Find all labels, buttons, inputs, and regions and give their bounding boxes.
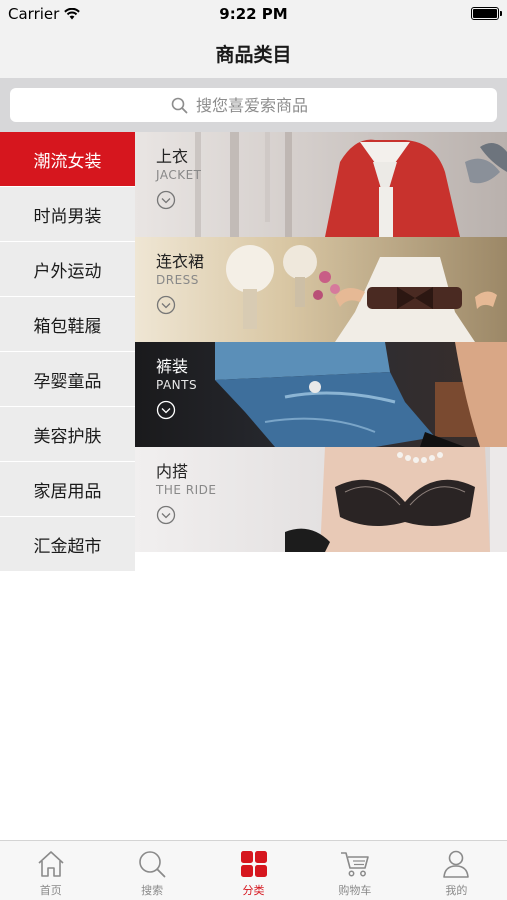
subcategory-subtitle: JACKET <box>156 168 202 182</box>
sidebar-item-label: 潮流女装 <box>33 151 102 172</box>
subcategory-text: 连衣裙 DRESS <box>156 252 205 288</box>
sidebar-item-beauty[interactable]: 美容护肤 <box>0 407 135 462</box>
navigation-bar: 商品类目 <box>0 28 507 78</box>
user-icon <box>443 850 470 878</box>
tab-label: 搜索 <box>141 884 164 897</box>
sidebar-item-label: 汇金超市 <box>33 536 102 557</box>
search-bar <box>0 78 507 132</box>
subcategory-title: 连衣裙 <box>156 252 205 271</box>
tab-cart[interactable]: 购物车 <box>304 841 405 900</box>
sidebar-item-label: 家居用品 <box>33 481 102 502</box>
subcategory-banner-jacket[interactable]: 上衣 JACKET <box>135 132 507 237</box>
sidebar-item-supermarket[interactable]: 汇金超市 <box>0 517 135 572</box>
subcategory-banner-pants[interactable]: 裤装 PANTS <box>135 342 507 447</box>
sidebar-item-bags-shoes[interactable]: 箱包鞋履 <box>0 297 135 352</box>
sidebar-item-outdoor[interactable]: 户外运动 <box>0 242 135 297</box>
tab-label: 购物车 <box>338 884 372 897</box>
category-sidebar: 潮流女装 时尚男装 户外运动 箱包鞋履 孕婴童品 美容护肤 家居用品 汇金超市 <box>0 132 135 572</box>
subcategory-subtitle: DRESS <box>156 273 199 287</box>
page-title: 商品类目 <box>215 43 292 66</box>
chevron-down-icon <box>156 190 176 210</box>
tab-profile[interactable]: 我的 <box>406 841 507 900</box>
sidebar-item-label: 箱包鞋履 <box>33 316 102 337</box>
sidebar-item-men[interactable]: 时尚男装 <box>0 187 135 242</box>
tab-label: 我的 <box>445 884 468 897</box>
subcategory-text: 裤装 PANTS <box>156 357 198 393</box>
subcategory-title: 上衣 <box>156 147 189 166</box>
subcategory-text: 上衣 JACKET <box>156 147 202 183</box>
home-icon <box>38 851 64 877</box>
status-time: 9:22 PM <box>219 5 288 23</box>
tab-home[interactable]: 首页 <box>0 841 101 900</box>
tab-label: 分类 <box>242 884 265 897</box>
subcategory-banner-inner-wear[interactable]: 内搭 THE RIDE <box>135 447 507 552</box>
sidebar-item-label: 美容护肤 <box>33 426 102 447</box>
category-grid-icon <box>240 851 267 877</box>
chevron-down-icon <box>156 295 176 315</box>
sidebar-item-label: 孕婴童品 <box>33 371 102 392</box>
battery-icon <box>471 7 502 20</box>
subcategory-banner-dress[interactable]: 连衣裙 DRESS <box>135 237 507 342</box>
subcategory-list: 上衣 JACKET 连衣裙 DRESS 裤装 PANTS 内搭 THE RIDE <box>135 132 507 552</box>
cart-icon <box>340 852 369 877</box>
bottom-tab-bar: 首页 搜索 分类 购物车 我的 <box>0 840 507 900</box>
subcategory-title: 内搭 <box>156 462 189 481</box>
chevron-down-icon <box>156 505 176 525</box>
subcategory-subtitle: PANTS <box>156 378 198 392</box>
sidebar-item-home[interactable]: 家居用品 <box>0 462 135 517</box>
sidebar-item-label: 时尚男装 <box>33 206 102 227</box>
sidebar-item-baby[interactable]: 孕婴童品 <box>0 352 135 407</box>
search-input[interactable] <box>196 95 336 115</box>
tab-search[interactable]: 搜索 <box>101 841 202 900</box>
subcategory-title: 裤装 <box>156 357 189 376</box>
search-icon <box>139 851 166 878</box>
search-icon <box>171 97 188 113</box>
tab-label: 首页 <box>39 884 62 897</box>
tab-category[interactable]: 分类 <box>203 841 304 900</box>
subcategory-text: 内搭 THE RIDE <box>156 462 217 498</box>
sidebar-item-women[interactable]: 潮流女装 <box>0 132 135 187</box>
sidebar-item-label: 户外运动 <box>33 261 102 282</box>
search-box[interactable] <box>10 88 497 122</box>
chevron-down-icon <box>156 400 176 420</box>
status-bar: Carrier 9:22 PM <box>0 0 507 28</box>
subcategory-subtitle: THE RIDE <box>156 483 217 497</box>
